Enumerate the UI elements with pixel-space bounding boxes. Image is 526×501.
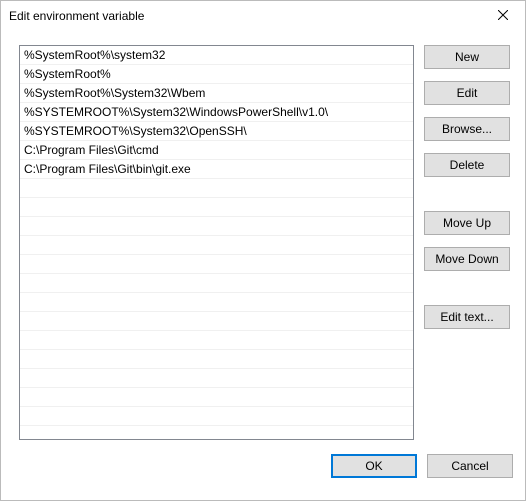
list-item[interactable] bbox=[20, 293, 413, 312]
list-item[interactable] bbox=[20, 312, 413, 331]
list-item[interactable]: C:\Program Files\Git\bin\git.exe bbox=[20, 160, 413, 179]
list-item[interactable]: %SYSTEMROOT%\System32\OpenSSH\ bbox=[20, 122, 413, 141]
edit-button[interactable]: Edit bbox=[424, 81, 510, 105]
list-item[interactable] bbox=[20, 236, 413, 255]
delete-button[interactable]: Delete bbox=[424, 153, 510, 177]
list-item[interactable]: C:\Program Files\Git\cmd bbox=[20, 141, 413, 160]
new-button[interactable]: New bbox=[424, 45, 510, 69]
list-item[interactable]: %SystemRoot%\system32 bbox=[20, 46, 413, 65]
ok-button[interactable]: OK bbox=[331, 454, 417, 478]
list-item[interactable] bbox=[20, 350, 413, 369]
close-button[interactable] bbox=[480, 1, 525, 31]
list-item[interactable] bbox=[20, 331, 413, 350]
list-item[interactable] bbox=[20, 407, 413, 426]
side-buttons: New Edit Browse... Delete Move Up Move D… bbox=[424, 45, 510, 440]
move-down-button[interactable]: Move Down bbox=[424, 247, 510, 271]
list-item[interactable] bbox=[20, 198, 413, 217]
titlebar: Edit environment variable bbox=[1, 1, 525, 31]
close-icon bbox=[498, 9, 508, 23]
edit-text-button[interactable]: Edit text... bbox=[424, 305, 510, 329]
list-item[interactable] bbox=[20, 274, 413, 293]
list-item[interactable] bbox=[20, 217, 413, 236]
list-item[interactable] bbox=[20, 388, 413, 407]
list-item[interactable] bbox=[20, 369, 413, 388]
window-title: Edit environment variable bbox=[9, 9, 144, 23]
content-area: %SystemRoot%\system32%SystemRoot%%System… bbox=[1, 31, 525, 448]
list-item[interactable]: %SystemRoot%\System32\Wbem bbox=[20, 84, 413, 103]
footer: OK Cancel bbox=[1, 448, 525, 490]
list-item[interactable] bbox=[20, 179, 413, 198]
browse-button[interactable]: Browse... bbox=[424, 117, 510, 141]
cancel-button[interactable]: Cancel bbox=[427, 454, 513, 478]
list-item[interactable] bbox=[20, 255, 413, 274]
list-item[interactable]: %SYSTEMROOT%\System32\WindowsPowerShell\… bbox=[20, 103, 413, 122]
path-listbox[interactable]: %SystemRoot%\system32%SystemRoot%%System… bbox=[19, 45, 414, 440]
list-item[interactable]: %SystemRoot% bbox=[20, 65, 413, 84]
move-up-button[interactable]: Move Up bbox=[424, 211, 510, 235]
